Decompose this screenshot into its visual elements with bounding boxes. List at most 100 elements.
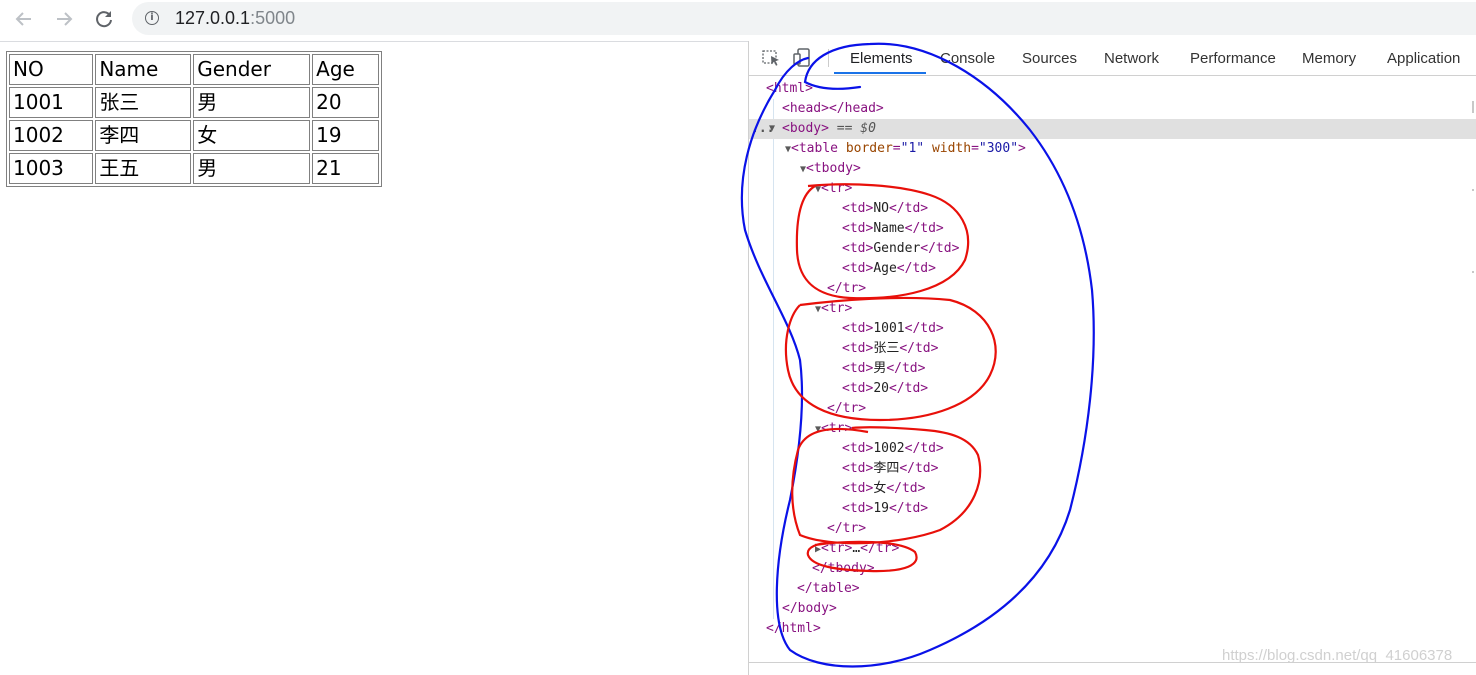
td-open-tag: <td>	[842, 201, 874, 216]
attr-border: border	[845, 141, 893, 156]
td-open-tag: <td>	[842, 321, 874, 336]
dom-node-td[interactable]: <td>男</td>	[749, 359, 1476, 379]
tr-close-tag: </tr>	[827, 281, 867, 296]
reload-icon[interactable]	[91, 6, 117, 32]
attr-width: width	[931, 141, 972, 156]
td-open-tag: <td>	[842, 441, 874, 456]
tabbar-separator	[828, 49, 829, 67]
dom-node-table[interactable]: ▼<table border="1" width="300">	[749, 139, 1476, 159]
dom-node-td[interactable]: <td>Name</td>	[749, 219, 1476, 239]
tr-close-tag: </tr>	[827, 401, 867, 416]
table-cell: 1002	[9, 120, 94, 151]
url-host: 127.0.0.1	[175, 8, 251, 28]
td-open-tag: <td>	[842, 221, 874, 236]
dom-node-td[interactable]: <td>李四</td>	[749, 459, 1476, 479]
dom-node-tr[interactable]: ▼<tr>	[749, 179, 1476, 199]
td-open-tag: <td>	[842, 361, 874, 376]
td-close-tag: </td>	[904, 321, 944, 336]
td-close-tag: </td>	[899, 461, 939, 476]
url-text[interactable]: 127.0.0.1:5000	[175, 8, 295, 29]
tr-open-tag: <tr>	[821, 301, 853, 316]
forward-arrow-icon[interactable]	[51, 6, 77, 32]
td-text: 1001	[873, 321, 905, 336]
tr-open-tag: <tr>	[821, 421, 853, 436]
table-cell: 20	[312, 87, 379, 118]
active-tab-indicator	[834, 72, 926, 74]
tab-performance[interactable]: Performance	[1190, 50, 1276, 67]
dom-node-tr[interactable]: ▼<tr>	[749, 419, 1476, 439]
browser-toolbar: i 127.0.0.1:5000	[0, 0, 1476, 42]
tbody-open-tag: <tbody>	[806, 161, 861, 176]
dom-node-table-close: </table>	[749, 579, 1476, 599]
td-close-tag: </td>	[888, 201, 929, 216]
tab-memory[interactable]: Memory	[1302, 50, 1356, 67]
tab-application[interactable]: Application	[1387, 50, 1460, 67]
dom-node-body[interactable]: ... ▼ <body> == $0	[749, 119, 1476, 139]
table-cell: 张三	[95, 87, 192, 118]
devtools-panel: Elements Console Sources Network Perform…	[748, 41, 1476, 675]
tab-elements[interactable]: Elements	[850, 50, 913, 67]
table-cell: 女	[193, 120, 311, 151]
td-open-tag: <td>	[842, 341, 874, 356]
td-close-tag: </td>	[904, 441, 944, 456]
td-open-tag: <td>	[842, 501, 874, 516]
collapsed-ellipsis: …	[852, 541, 861, 556]
inspect-element-icon[interactable]	[761, 48, 783, 68]
selected-marker: == $0	[836, 121, 876, 136]
body-open-tag: <body>	[782, 121, 829, 136]
tab-network[interactable]: Network	[1104, 50, 1159, 67]
table-cell: 1001	[9, 87, 94, 118]
td-text: Gender	[873, 241, 921, 256]
html-open-tag: <html>	[766, 81, 813, 96]
dom-node-td[interactable]: <td>女</td>	[749, 479, 1476, 499]
dom-node-tbody[interactable]: ▼<tbody>	[749, 159, 1476, 179]
url-port: :5000	[250, 8, 296, 28]
td-text: 李四	[873, 461, 900, 476]
table-cell: 1003	[9, 153, 94, 184]
td-open-tag: <td>	[842, 381, 874, 396]
table-tag-name: table	[798, 141, 838, 156]
body-close-tag: </body>	[782, 601, 837, 616]
dom-node-head[interactable]: <head></head>	[749, 99, 1476, 119]
table-cell: Age	[312, 54, 379, 85]
td-close-tag: </td>	[904, 221, 944, 236]
dom-node-body-close: </body>	[749, 599, 1476, 619]
table-cell: Gender	[193, 54, 311, 85]
dom-node-td[interactable]: <td>19</td>	[749, 499, 1476, 519]
td-close-tag: </td>	[896, 261, 936, 276]
dom-node-html-close: </html>	[749, 619, 1476, 639]
tbody-close-tag: </tbody>	[812, 561, 875, 576]
dom-node-tr-close: </tr>	[749, 519, 1476, 539]
dom-tree: <html> <head></head> ... ▼ <body> == $0 ▼<…	[749, 79, 1476, 639]
dom-node-td[interactable]: <td>20</td>	[749, 379, 1476, 399]
table-row: NO Name Gender Age	[9, 54, 379, 85]
dom-node-tr-close: </tr>	[749, 399, 1476, 419]
back-arrow-icon[interactable]	[11, 6, 37, 32]
dom-node-td[interactable]: <td>1001</td>	[749, 319, 1476, 339]
tab-console[interactable]: Console	[940, 50, 995, 67]
td-close-tag: </td>	[920, 241, 960, 256]
dom-node-td[interactable]: <td>Age</td>	[749, 259, 1476, 279]
table-cell: 王五	[95, 153, 192, 184]
tr-close-tag: </tr>	[827, 521, 867, 536]
dom-node-td[interactable]: <td>1002</td>	[749, 439, 1476, 459]
info-icon[interactable]: i	[145, 11, 159, 25]
devtools-tabbar: Elements Console Sources Network Perform…	[749, 41, 1476, 76]
val-width: "300"	[978, 141, 1019, 156]
dom-node-tr-collapsed[interactable]: ▶<tr>…</tr>	[749, 539, 1476, 559]
address-bar[interactable]: i 127.0.0.1:5000	[132, 2, 1476, 35]
dom-node-td[interactable]: <td>NO</td>	[749, 199, 1476, 219]
dom-node-html[interactable]: <html>	[749, 79, 1476, 99]
td-text: 20	[873, 381, 889, 396]
tab-sources[interactable]: Sources	[1022, 50, 1077, 67]
dom-node-td[interactable]: <td>张三</td>	[749, 339, 1476, 359]
td-close-tag: </td>	[886, 361, 926, 376]
expand-triangle-icon[interactable]: ▼	[769, 119, 775, 139]
td-close-tag: </td>	[899, 341, 939, 356]
td-close-tag: </td>	[888, 501, 929, 516]
table-cell: 李四	[95, 120, 192, 151]
dom-node-td[interactable]: <td>Gender</td>	[749, 239, 1476, 259]
dom-node-tr[interactable]: ▼<tr>	[749, 299, 1476, 319]
device-toolbar-icon[interactable]	[793, 48, 815, 68]
td-text: Age	[873, 261, 897, 276]
